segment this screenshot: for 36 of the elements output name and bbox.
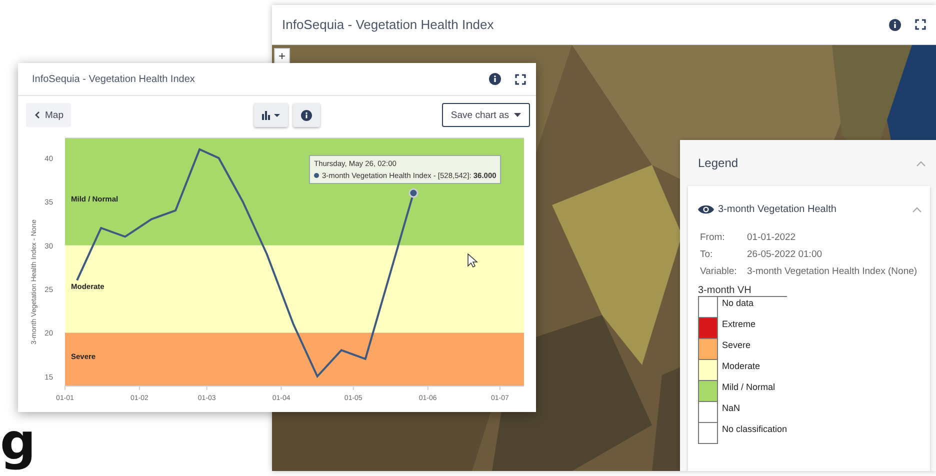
fullscreen-icon[interactable] <box>515 74 526 84</box>
class-label: Mild / Normal <box>722 382 776 392</box>
info-icon[interactable] <box>889 18 901 30</box>
detail-value: 26-05-2022 01:00 <box>747 249 824 260</box>
save-chart-button[interactable]: Save chart as <box>442 103 530 127</box>
eye-icon[interactable] <box>698 204 714 214</box>
scale-title: 3-month VH <box>698 285 752 296</box>
back-button[interactable]: Map <box>26 103 72 127</box>
info-icon[interactable] <box>489 73 501 85</box>
heading-fragment: g <box>0 414 36 472</box>
cursor-icon <box>468 253 478 268</box>
info-icon <box>300 110 312 120</box>
window-title: InfoSequia - Vegetation Health Index <box>32 74 196 84</box>
detail-value: 3-month Vegetation Health Index (None) <box>747 266 918 277</box>
chart-type-button[interactable] <box>254 103 288 127</box>
legend-title: Legend <box>698 156 738 170</box>
class-label: No classification <box>722 424 788 434</box>
zoom-in-button[interactable]: + <box>274 48 290 64</box>
class-label: NaN <box>722 403 740 413</box>
chevron-left-icon <box>34 111 40 119</box>
class-label: Severe <box>722 340 751 350</box>
detail-label: Variable: <box>700 266 738 277</box>
bar-chart-icon <box>262 110 280 120</box>
series-marker-icon <box>314 173 319 178</box>
class-label: Extreme <box>722 319 756 329</box>
class-label: Moderate <box>722 361 760 371</box>
detail-label: To: <box>700 249 714 260</box>
caret-icon <box>514 113 521 117</box>
layer-name: 3-month Vegetation Health <box>718 204 838 214</box>
info-button[interactable] <box>292 103 320 127</box>
detail-value: 01-01-2022 <box>747 232 797 243</box>
window-title: InfoSequia - Vegetation Health Index <box>282 17 495 32</box>
data-point[interactable] <box>408 188 418 198</box>
fullscreen-icon[interactable] <box>915 19 926 30</box>
class-label: No data <box>722 298 754 308</box>
detail-label: From: <box>700 232 726 243</box>
